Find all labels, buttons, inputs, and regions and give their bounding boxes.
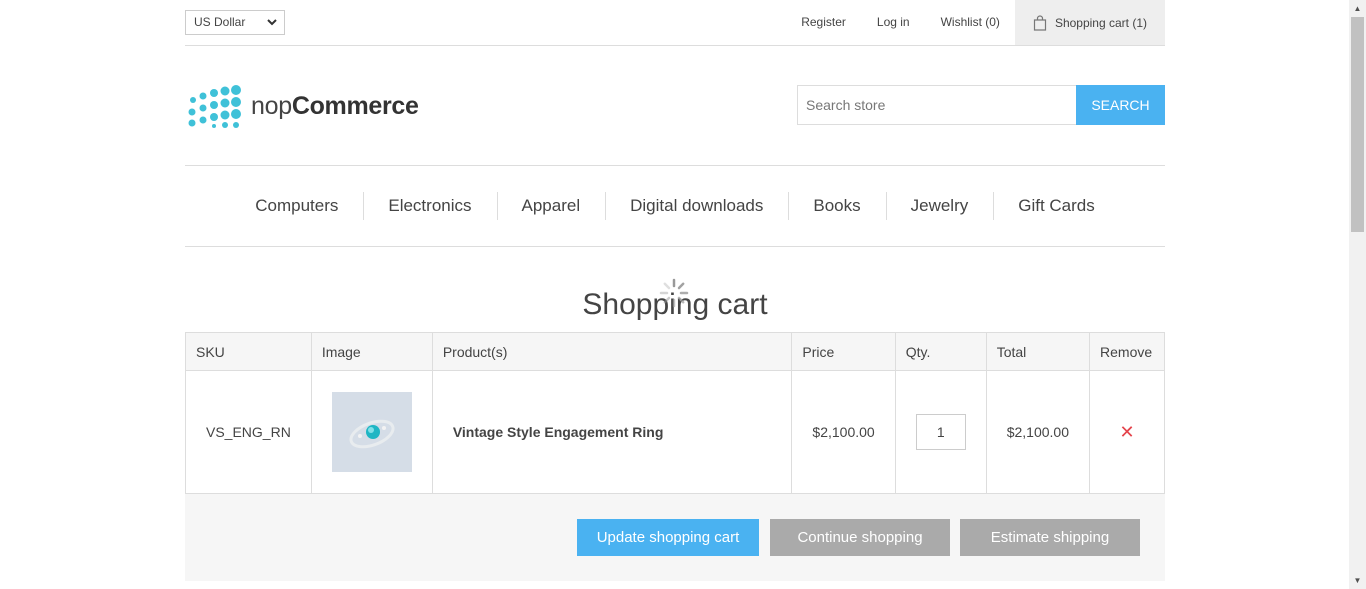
currency-value: US Dollar xyxy=(194,15,246,29)
search-button[interactable]: Search xyxy=(1076,85,1165,125)
shopping-cart-link[interactable]: Shopping cart (1) xyxy=(1014,0,1165,45)
wishlist-link[interactable]: Wishlist (0) xyxy=(941,0,1000,45)
logo-prefix: nop xyxy=(251,91,292,120)
row-qty-cell: 1 xyxy=(894,370,987,494)
col-product: Product(s) xyxy=(431,332,793,371)
logo-dots-icon xyxy=(188,85,241,128)
update-cart-button[interactable]: Update shopping cart xyxy=(577,519,759,556)
top-menu: Computers Electronics Apparel Digital do… xyxy=(185,166,1165,247)
table-row: VS_ENG_RN Vintage Style Engagement Ring … xyxy=(185,370,1165,494)
scrollbar-thumb[interactable] xyxy=(1351,17,1364,232)
continue-shopping-button[interactable]: Continue shopping xyxy=(770,519,950,556)
search-input[interactable] xyxy=(797,85,1076,125)
col-price: Price xyxy=(791,332,896,371)
row-product-cell: Vintage Style Engagement Ring xyxy=(431,370,793,494)
menu-item-digital-downloads[interactable]: Digital downloads xyxy=(605,192,788,220)
menu-item-computers[interactable]: Computers xyxy=(230,192,363,220)
row-price: $2,100.00 xyxy=(791,370,896,494)
product-name-link[interactable]: Vintage Style Engagement Ring xyxy=(453,424,664,440)
row-image-cell xyxy=(310,370,433,494)
col-remove: Remove xyxy=(1089,332,1165,371)
page: US Dollar Register Log in Wishlist (0) S… xyxy=(185,0,1165,581)
row-sku: VS_ENG_RN xyxy=(185,370,312,494)
cart-table: SKU Image Product(s) Price Qty. Total Re… xyxy=(185,332,1165,494)
quantity-input[interactable]: 1 xyxy=(915,414,966,450)
row-total: $2,100.00 xyxy=(985,370,1091,494)
cart-table-header: SKU Image Product(s) Price Qty. Total Re… xyxy=(185,332,1165,371)
scroll-down-icon[interactable]: ▼ xyxy=(1349,572,1366,589)
vertical-scrollbar[interactable]: ▲ ▼ xyxy=(1349,0,1366,589)
menu-item-apparel[interactable]: Apparel xyxy=(496,192,606,220)
header-links: Register Log in Wishlist (0) Shopping ca… xyxy=(770,0,1165,45)
search-box: Search xyxy=(797,85,1165,125)
remove-icon[interactable]: ✕ xyxy=(1090,422,1164,443)
currency-selector[interactable]: US Dollar xyxy=(185,10,285,35)
menu-item-gift-cards[interactable]: Gift Cards xyxy=(993,192,1120,220)
header-main: nopCommerce Search xyxy=(185,46,1165,166)
chevron-down-icon xyxy=(267,19,277,26)
product-thumbnail[interactable] xyxy=(331,392,412,472)
store-logo[interactable]: nopCommerce xyxy=(187,84,419,128)
menu-item-electronics[interactable]: Electronics xyxy=(363,192,496,220)
page-title-wrap: Shopping cart xyxy=(185,278,1165,333)
menu-item-books[interactable]: Books xyxy=(788,192,885,220)
cart-buttons: Update shopping cart Continue shopping E… xyxy=(185,494,1165,581)
estimate-shipping-button[interactable]: Estimate shipping xyxy=(960,519,1140,556)
scroll-up-icon[interactable]: ▲ xyxy=(1349,0,1366,17)
login-link[interactable]: Log in xyxy=(877,0,910,45)
register-link[interactable]: Register xyxy=(801,0,846,45)
menu-item-jewelry[interactable]: Jewelry xyxy=(885,192,994,220)
col-image: Image xyxy=(310,332,433,371)
header-top-bar: US Dollar Register Log in Wishlist (0) S… xyxy=(185,0,1165,46)
logo-main: Commerce xyxy=(291,91,419,120)
shopping-cart-label: Shopping cart (1) xyxy=(1054,15,1147,30)
row-remove-cell: ✕ xyxy=(1089,370,1165,494)
shopping-bag-icon xyxy=(1033,14,1047,31)
col-sku: SKU xyxy=(185,332,312,371)
col-total: Total xyxy=(985,332,1091,371)
logo-text: nopCommerce xyxy=(251,92,419,121)
col-qty: Qty. xyxy=(894,332,987,371)
loading-spinner-icon xyxy=(659,278,689,308)
